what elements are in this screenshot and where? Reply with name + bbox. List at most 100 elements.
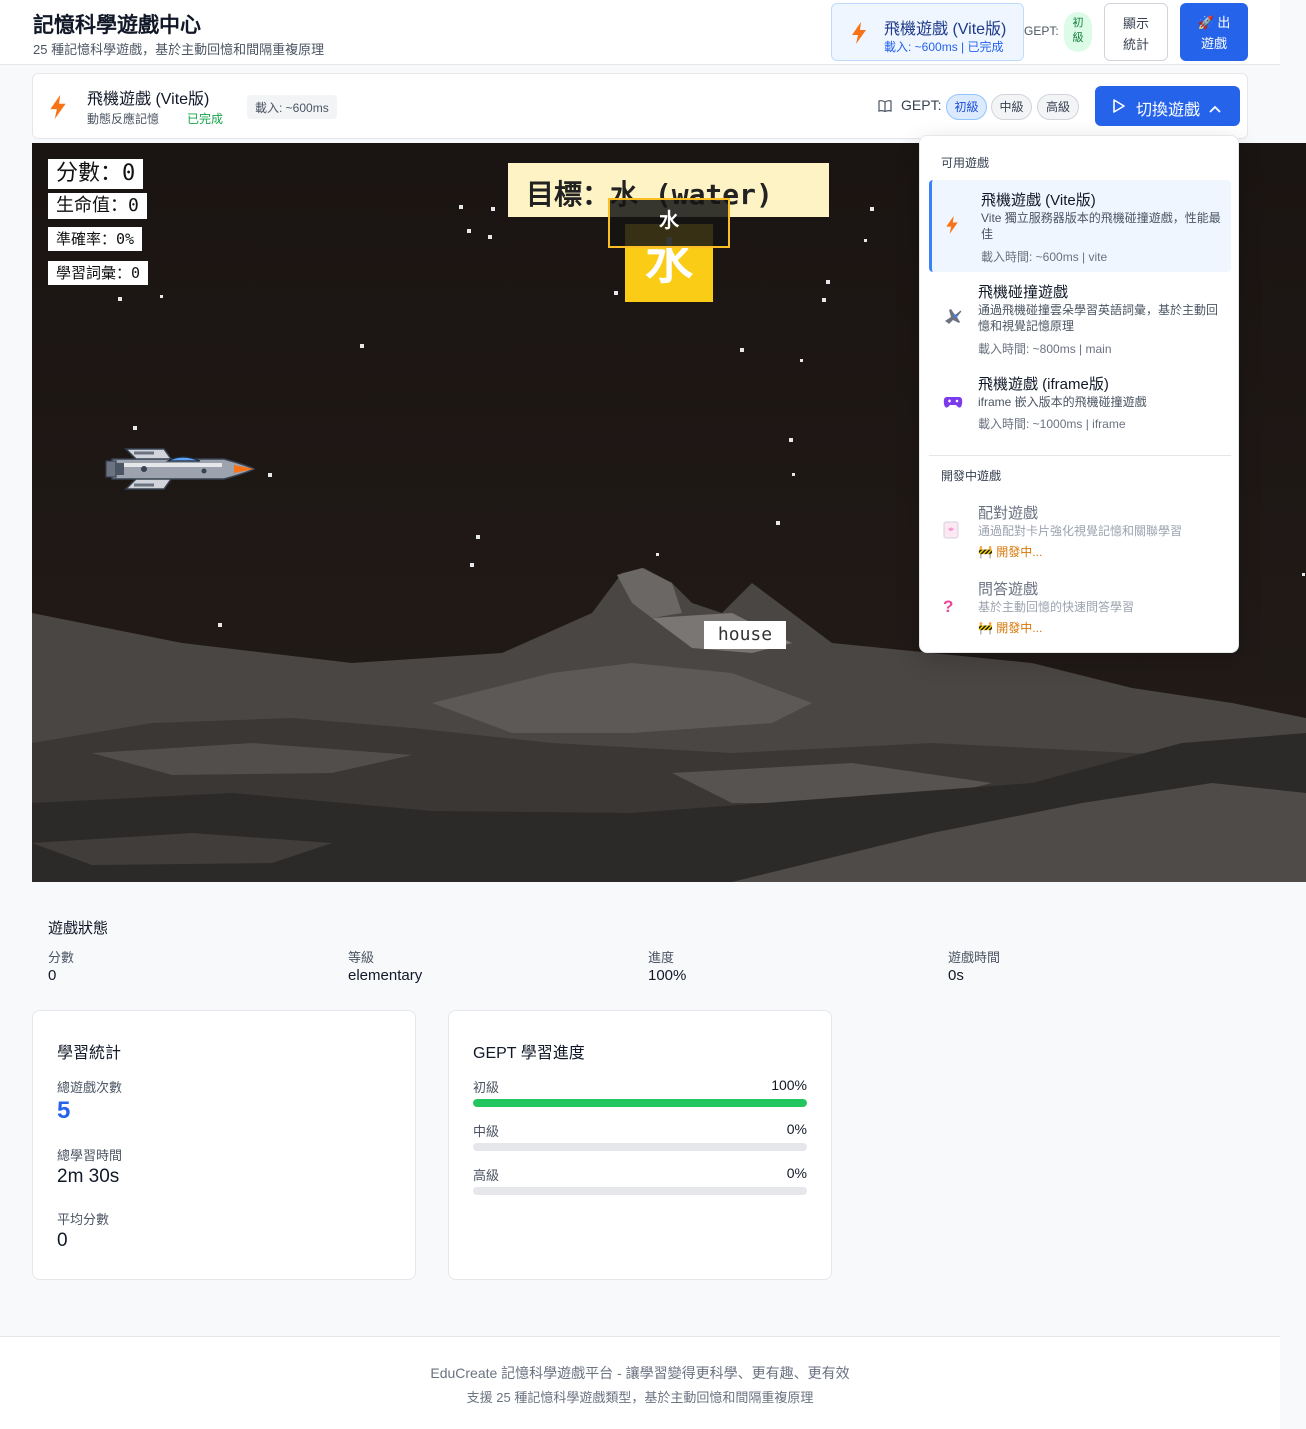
dropdown-section-dev: 開發中遊戲 <box>941 469 1002 483</box>
status-progress-value: 100% <box>648 967 687 984</box>
bolt-icon <box>50 95 66 124</box>
page-subtitle: 25 種記憶科學遊戲，基於主動回憶和間隔重複原理 <box>33 42 325 57</box>
dropdown-item-title: 飛機遊戲 (Vite版) <box>981 192 1096 209</box>
dropdown-item-quiz-game: ? 問答遊戲 基於主動回憶的快速問答學習 🚧 開發中... <box>929 569 1231 641</box>
total-time-value: 2m 30s <box>57 1166 120 1187</box>
dropdown-item-meta: 載入時間: ~800ms | main <box>978 342 1112 356</box>
status-time-label: 遊戲時間 <box>948 950 1001 965</box>
dropdown-item-title: 配對遊戲 <box>978 505 1039 522</box>
switch-game-button[interactable]: 切換遊戲 <box>1095 86 1240 126</box>
status-score-value: 0 <box>48 967 57 984</box>
dropdown-item-airplane-game[interactable]: 飛機碰撞遊戲 通過飛機碰撞雲朵學習英語詞彙，基於主動回憶和視覺記憶原理 載入時間… <box>929 272 1231 364</box>
switch-game-label: 切換遊戲 <box>1136 102 1201 119</box>
target-char-label: 水 <box>608 198 730 248</box>
game-status-title: 遊戲狀態 <box>48 920 109 937</box>
current-game-button[interactable]: 飛機遊戲 (Vite版) 載入: ~600ms | 已完成 <box>831 3 1024 61</box>
total-games-label: 總遊戲次數 <box>57 1080 123 1095</box>
dropdown-item-meta: 🚧 開發中... <box>978 545 1043 559</box>
level-pill-elementary[interactable]: 初級 <box>946 94 987 120</box>
dropdown-item-desc: 通過飛機碰撞雲朵學習英語詞彙，基於主動回憶和視覺記憶原理 <box>978 303 1219 333</box>
dropdown-item-title: 飛機碰撞遊戲 <box>978 284 1069 301</box>
gept-progress-card: GEPT 學習進度 初級 100% 中級 0% 高級 0% <box>448 1010 832 1280</box>
exit-game-button[interactable]: 🚀 出遊戲 <box>1180 3 1248 61</box>
footer-subline: 支援 25 種記憶科學遊戲類型，基於主動回憶和間隔重複原理 <box>466 1390 814 1405</box>
show-stats-button[interactable]: 顯示統計 <box>1104 3 1168 61</box>
hud-score-label: 分數： <box>56 161 123 186</box>
question-icon: ? <box>943 597 954 616</box>
game-switcher-bar: 飛機遊戲 (Vite版) 動態反應記憶 已完成 載入: ~600ms GEPT:… <box>32 73 1248 139</box>
floating-word-cloud[interactable]: house <box>704 621 786 649</box>
total-games-value: 5 <box>57 1097 71 1124</box>
current-game-meta: 載入: ~600ms | 已完成 <box>884 40 1004 54</box>
dropdown-divider <box>929 455 1231 456</box>
hud-score: 分數：0 <box>48 159 144 189</box>
hud-score-value: 0 <box>122 161 136 186</box>
hud-vocab: 學習詞彙：0 <box>48 261 149 285</box>
chevron-up-icon <box>1209 100 1221 118</box>
status-time-value: 0s <box>948 967 964 984</box>
load-time-badge: 載入: ~600ms <box>247 95 337 119</box>
card-icon <box>943 521 959 544</box>
status-level-value: elementary <box>348 967 423 984</box>
hud-accuracy-label: 準確率： <box>56 230 117 248</box>
gamepad-icon <box>943 394 963 415</box>
total-time-label: 總學習時間 <box>57 1148 123 1163</box>
gept-intermediate-bar <box>473 1143 807 1151</box>
selected-game-name: 飛機遊戲 (Vite版) <box>87 91 210 108</box>
gept-advanced-label: 高級 <box>473 1168 500 1183</box>
gept-elementary-label: 初級 <box>473 1080 500 1095</box>
hud-vocab-label: 學習詞彙： <box>56 264 132 282</box>
dropdown-item-iframe-game[interactable]: 飛機遊戲 (iframe版) iframe 嵌入版本的飛機碰撞遊戲 載入時間: … <box>929 364 1231 440</box>
page-footer: EduCreate 記憶科學遊戲平台 - 讓學習變得更科學、更有趣、更有效 支援… <box>0 1336 1280 1429</box>
gept-level-badge[interactable]: 初級 <box>1064 12 1092 52</box>
gept-advanced-bar <box>473 1187 807 1195</box>
level-pill-advanced[interactable]: 高級 <box>1037 94 1079 120</box>
gept-elementary-fill <box>473 1099 807 1107</box>
dropdown-item-desc: Vite 獨立服務器版本的飛機碰撞遊戲，性能最佳 <box>981 211 1221 241</box>
gept-progress-title: GEPT 學習進度 <box>473 1045 585 1062</box>
selected-game-desc: 動態反應記憶 <box>87 112 160 126</box>
dropdown-item-desc: 通過配對卡片強化視覺記憶和關聯學習 <box>978 524 1183 538</box>
learning-stats-card: 學習統計 總遊戲次數 5 總學習時間 2m 30s 平均分數 0 <box>32 1010 416 1280</box>
bolt-icon <box>852 22 866 49</box>
top-header: 記憶科學遊戲中心 25 種記憶科學遊戲，基於主動回憶和間隔重複原理 飛機遊戲 (… <box>0 0 1280 65</box>
dropdown-item-title: 飛機遊戲 (iframe版) <box>978 376 1109 393</box>
game-switch-dropdown: 可用遊戲 飛機遊戲 (Vite版) Vite 獨立服務器版本的飛機碰撞遊戲，性能… <box>919 135 1239 653</box>
learning-stats-title: 學習統計 <box>57 1045 122 1062</box>
hud-lives-value: 0 <box>128 195 139 216</box>
dropdown-item-desc: 基於主動回憶的快速問答學習 <box>978 600 1135 614</box>
dropdown-section-available: 可用遊戲 <box>941 156 990 170</box>
gept-elementary-bar <box>473 1099 807 1107</box>
gept-label: GEPT: <box>901 97 942 113</box>
dropdown-item-vite-game[interactable]: 飛機遊戲 (Vite版) Vite 獨立服務器版本的飛機碰撞遊戲，性能最佳 載入… <box>929 180 1231 272</box>
dropdown-item-meta: 🚧 開發中... <box>978 621 1043 635</box>
gept-elementary-pct: 100% <box>771 1077 807 1093</box>
gept-intermediate-label: 中級 <box>473 1124 500 1139</box>
hud-accuracy-value: 0% <box>116 230 135 248</box>
status-progress-label: 進度 <box>648 950 675 965</box>
dropdown-item-desc: iframe 嵌入版本的飛機碰撞遊戲 <box>978 395 1147 409</box>
footer-tagline: EduCreate 記憶科學遊戲平台 - 讓學習變得更科學、更有趣、更有效 <box>430 1365 850 1381</box>
hud-lives: 生命值：0 <box>48 193 147 219</box>
status-score-label: 分數 <box>48 950 75 965</box>
airplane-icon <box>943 306 963 331</box>
selected-game-status: 已完成 <box>187 112 224 126</box>
page-title: 記憶科學遊戲中心 <box>33 14 201 37</box>
current-game-name: 飛機遊戲 (Vite版) <box>884 21 1007 38</box>
avg-score-label: 平均分數 <box>57 1212 110 1227</box>
level-pill-intermediate[interactable]: 中級 <box>991 94 1032 120</box>
dropdown-item-meta: 載入時間: ~1000ms | iframe <box>978 417 1126 431</box>
status-level-label: 等級 <box>348 950 375 965</box>
dropdown-item-matching-game: 配對遊戲 通過配對卡片強化視覺記憶和關聯學習 🚧 開發中... <box>929 493 1231 565</box>
avg-score-value: 0 <box>57 1230 68 1251</box>
book-icon <box>878 99 892 118</box>
hud-accuracy: 準確率：0% <box>48 227 143 251</box>
play-icon <box>1113 99 1125 118</box>
hud-vocab-value: 0 <box>131 264 141 282</box>
hud-lives-label: 生命值： <box>56 195 128 216</box>
player-jet-icon[interactable] <box>104 441 256 497</box>
gept-advanced-pct: 0% <box>786 1165 807 1181</box>
gept-label: GEPT: <box>1024 24 1059 38</box>
bolt-icon <box>946 216 958 239</box>
dropdown-item-title: 問答遊戲 <box>978 581 1039 598</box>
